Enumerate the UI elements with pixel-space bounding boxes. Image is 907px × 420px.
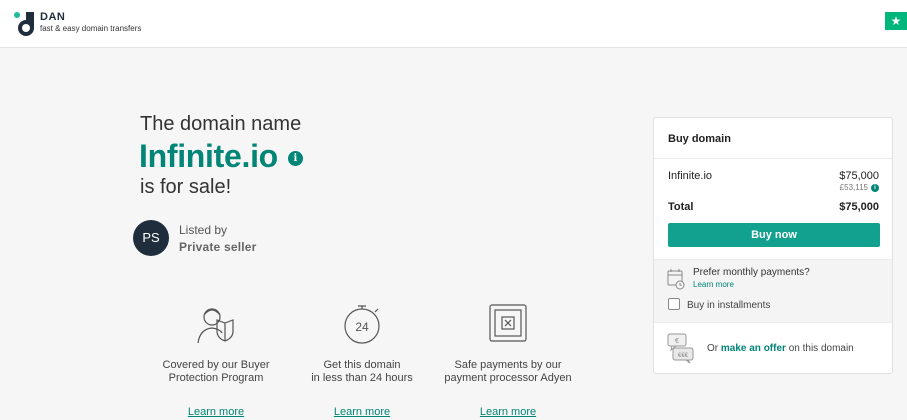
learn-more-link[interactable]: Learn more: [188, 406, 244, 418]
learn-more-link[interactable]: Learn more: [480, 406, 536, 418]
buy-domain-card: Buy domain Infinite.io $75,000 £53,115 i…: [653, 117, 893, 374]
info-icon[interactable]: i: [871, 183, 879, 192]
feature-24-hours: 24 Get this domain in less than 24 hours…: [287, 303, 437, 420]
listed-by-label: Listed by: [179, 223, 228, 237]
buyer-protection-icon: [197, 308, 234, 344]
seller-avatar: PS: [133, 220, 169, 256]
svg-text:€€€: €€€: [678, 353, 689, 359]
seller-name: Private seller: [179, 240, 257, 254]
stopwatch-24-icon: 24: [344, 305, 380, 344]
line-item-name: Infinite.io: [668, 170, 713, 182]
info-icon[interactable]: i: [287, 151, 303, 166]
dan-logo-icon[interactable]: [12, 10, 36, 36]
feature-text-line: Protection Program: [168, 372, 264, 384]
feature-text-line: Safe payments by our: [454, 359, 562, 371]
brand-tagline: fast & easy domain transfers: [40, 24, 142, 33]
top-header: DAN fast & easy domain transfers ★: [0, 0, 907, 48]
monthly-payments-question: Prefer monthly payments?: [693, 267, 810, 278]
offer-prefix: Or: [707, 343, 719, 354]
svg-text:24: 24: [355, 320, 369, 334]
installments-checkbox[interactable]: [668, 298, 680, 310]
star-icon[interactable]: ★: [885, 12, 907, 30]
svg-text:€: €: [675, 338, 679, 345]
total-label: Total: [668, 201, 694, 213]
feature-text-line: Get this domain: [323, 359, 401, 371]
buy-now-button[interactable]: Buy now: [668, 223, 880, 247]
line-item-price: $75,000: [839, 170, 879, 182]
payment-options: Prefer monthly payments? Learn more Buy …: [654, 259, 892, 323]
line-item: Infinite.io $75,000 £53,115 i: [668, 170, 879, 192]
feature-text-line: Covered by our Buyer: [162, 359, 270, 371]
installments-label[interactable]: Buy in installments: [687, 300, 770, 311]
calendar-icon: [667, 269, 685, 290]
hero-line-1: The domain name: [140, 113, 302, 135]
learn-more-link[interactable]: Learn more: [334, 406, 390, 418]
offer-suffix: on this domain: [788, 343, 854, 354]
alt-currency-price: £53,115 i: [840, 183, 879, 192]
domain-name: Infinite.io: [139, 138, 278, 174]
card-title: Buy domain: [654, 118, 892, 159]
feature-text-line: in less than 24 hours: [311, 372, 413, 384]
feature-text-line: payment processor Adyen: [444, 372, 572, 384]
brand-name[interactable]: DAN: [40, 11, 65, 23]
monthly-learn-more-link[interactable]: Learn more: [693, 280, 734, 289]
hero-line-3: is for sale!: [140, 176, 232, 198]
make-offer-link[interactable]: make an offer: [721, 343, 786, 354]
alt-price-value: £53,115: [839, 183, 868, 192]
domain-heading: Infinite.io i: [139, 138, 303, 175]
total-row: Total $75,000: [668, 201, 879, 213]
safe-payment-icon: [489, 304, 527, 342]
feature-buyer-protection: Covered by our Buyer Protection Program …: [141, 303, 291, 420]
total-price: $75,000: [839, 201, 879, 213]
feature-safe-payments: Safe payments by our payment processor A…: [433, 303, 583, 420]
offer-chat-icon: € €€€: [667, 333, 694, 363]
offer-line: Or make an offer on this domain: [707, 343, 854, 354]
